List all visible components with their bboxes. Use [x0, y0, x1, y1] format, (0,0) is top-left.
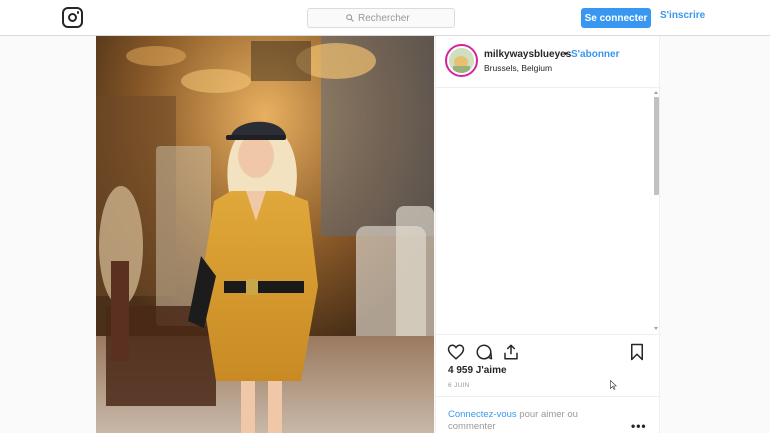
instagram-icon[interactable]: [62, 7, 83, 28]
search-icon: [346, 14, 354, 22]
login-button[interactable]: Se connecter: [581, 8, 651, 28]
more-options-icon[interactable]: •••: [631, 419, 647, 433]
post-header: milkywaysblueyes • S'abonner Brussels, B…: [436, 36, 661, 88]
post-image: [96, 36, 434, 433]
post-location[interactable]: Brussels, Belgium: [484, 63, 552, 73]
signup-link[interactable]: S'inscrire: [660, 10, 705, 21]
post-photo[interactable]: [96, 36, 434, 433]
post-username[interactable]: milkywaysblueyes: [484, 49, 571, 60]
scroll-thumb[interactable]: [654, 97, 659, 195]
scroll-down-arrow-icon[interactable]: [654, 327, 658, 330]
search-input[interactable]: [358, 12, 416, 24]
bookmark-icon[interactable]: [628, 343, 646, 361]
comments-scrollbar[interactable]: [652, 88, 660, 333]
comment-icon[interactable]: [475, 343, 493, 361]
post-details-panel: milkywaysblueyes • S'abonner Brussels, B…: [435, 36, 661, 433]
scroll-up-arrow-icon[interactable]: [654, 91, 658, 94]
post-actions: 4 959 J'aime 6 JUIN: [436, 334, 661, 392]
heart-icon[interactable]: [447, 343, 465, 361]
follow-button[interactable]: S'abonner: [571, 49, 620, 60]
search-box[interactable]: [307, 8, 455, 28]
comment-prompt: Connectez-vous pour aimer ou commenter •…: [436, 396, 661, 433]
top-navigation-bar: Se connecter S'inscrire: [0, 0, 770, 36]
separator-dot: •: [564, 49, 568, 60]
login-to-comment-text: Connectez-vous pour aimer ou commenter: [448, 409, 613, 433]
mouse-cursor-icon: [610, 380, 617, 390]
login-link[interactable]: Connectez-vous: [448, 409, 517, 420]
likes-count[interactable]: 4 959 J'aime: [448, 365, 507, 376]
post-date: 6 JUIN: [448, 382, 470, 389]
share-icon[interactable]: [502, 343, 520, 361]
avatar[interactable]: [445, 44, 478, 77]
